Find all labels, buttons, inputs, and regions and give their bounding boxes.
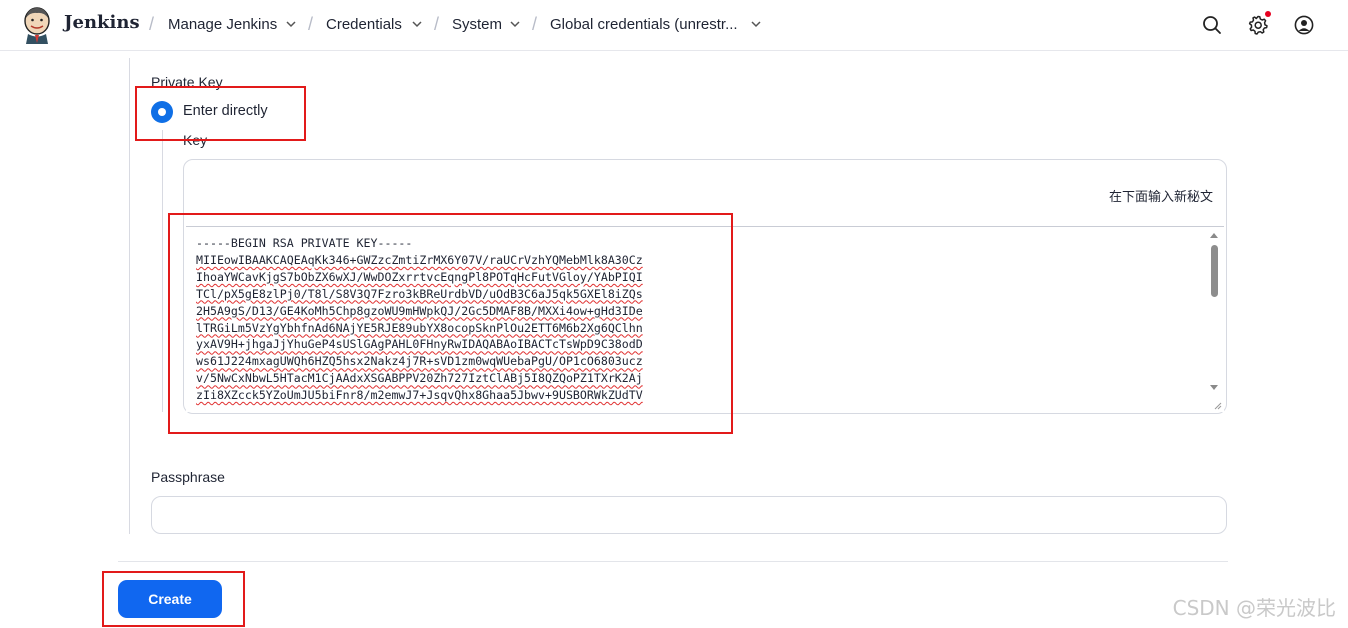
brand-name[interactable]: Jenkins: [64, 12, 140, 33]
chevron-down-icon[interactable]: [410, 17, 424, 31]
textarea-scrollbar-thumb[interactable]: [1211, 245, 1218, 297]
breadcrumb-separator: /: [308, 14, 314, 34]
form-divider: [118, 561, 1228, 562]
breadcrumb-system[interactable]: System: [452, 16, 502, 33]
resize-grip-icon[interactable]: [1212, 400, 1222, 410]
chevron-down-icon[interactable]: [508, 17, 522, 31]
breadcrumb-credentials[interactable]: Credentials: [326, 16, 402, 33]
top-bar: Jenkins / Manage Jenkins / Credentials /…: [0, 0, 1348, 51]
breadcrumb-manage-jenkins[interactable]: Manage Jenkins: [168, 16, 277, 33]
watermark: CSDN @荣光波比: [1172, 596, 1336, 620]
scroll-up-arrow-icon[interactable]: [1210, 233, 1218, 238]
annotation-box: [168, 213, 733, 434]
section-rule: [129, 58, 130, 534]
annotation-box: [135, 86, 306, 141]
breadcrumb-global-credentials[interactable]: Global credentials (unrestr...: [550, 16, 738, 33]
scroll-down-arrow-icon[interactable]: [1210, 385, 1218, 390]
annotation-box: [102, 571, 245, 627]
chevron-down-icon[interactable]: [749, 17, 763, 31]
breadcrumb-separator: /: [149, 14, 155, 34]
breadcrumb-separator: /: [532, 14, 538, 34]
key-hint-text: 在下面输入新秘文: [1108, 190, 1213, 205]
breadcrumb-separator: /: [434, 14, 440, 34]
notification-dot: [1265, 11, 1271, 17]
passphrase-input[interactable]: [151, 496, 1227, 534]
jenkins-logo-icon[interactable]: [22, 6, 52, 44]
passphrase-label: Passphrase: [151, 469, 225, 485]
subsection-rule: [162, 130, 163, 412]
search-icon[interactable]: [1200, 13, 1224, 37]
chevron-down-icon[interactable]: [284, 17, 298, 31]
user-icon[interactable]: [1292, 13, 1316, 37]
